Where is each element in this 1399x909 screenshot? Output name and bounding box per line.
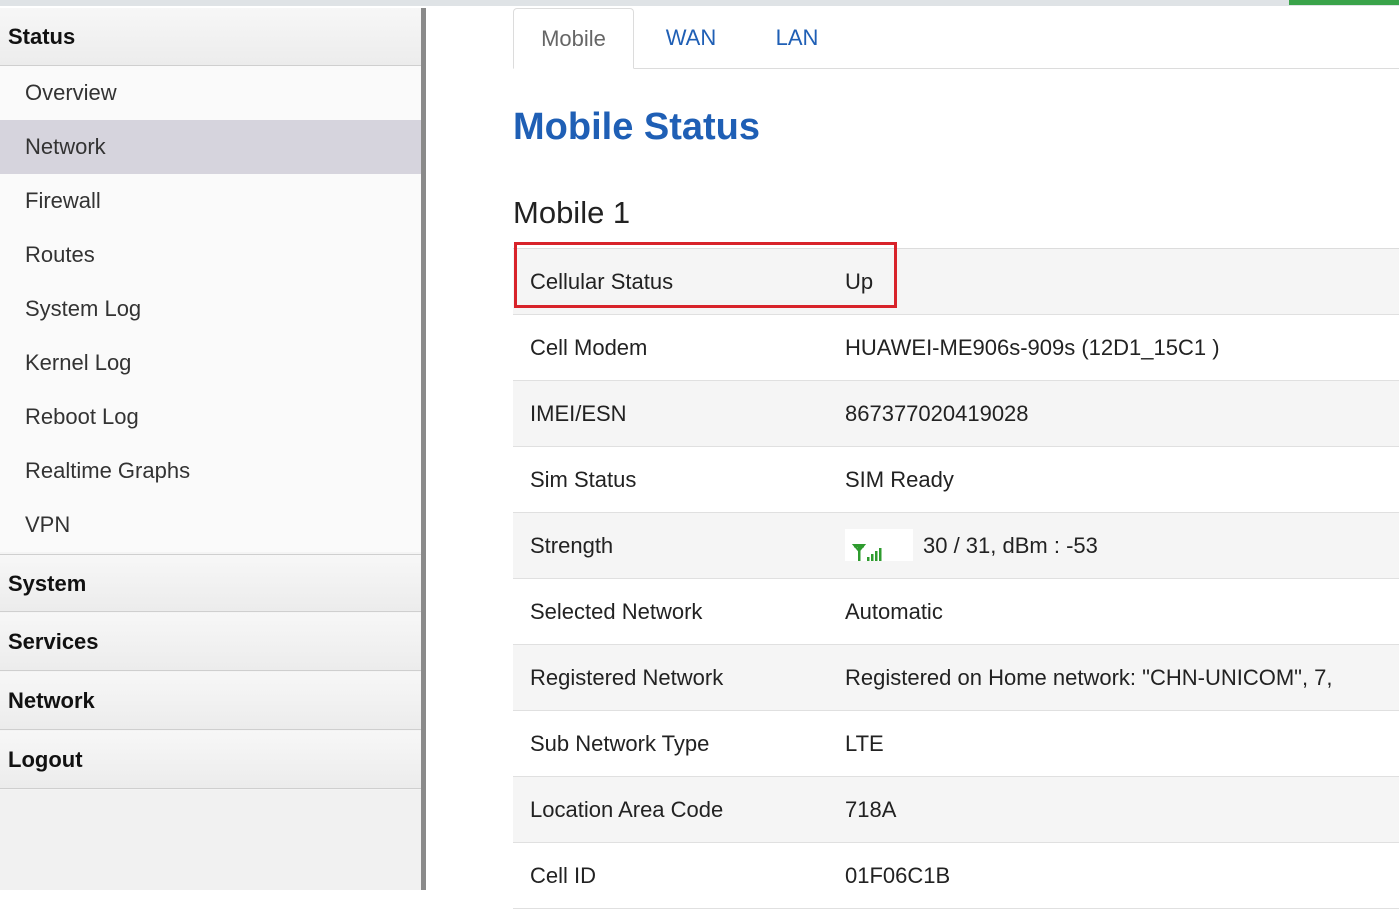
strength-text: 30 / 31, dBm : -53 [923, 533, 1098, 558]
sidebar-item-vpn[interactable]: VPN [0, 498, 421, 552]
top-accent-bar [1289, 0, 1399, 5]
row-label: Strength [530, 533, 614, 558]
sidebar-footer [0, 790, 421, 890]
row-value: 867377020419028 [845, 401, 1029, 426]
menu-logout-header[interactable]: Logout [0, 731, 421, 789]
row-value: 01F06C1B [845, 863, 951, 888]
row-value: Automatic [845, 599, 943, 624]
menu-status-header[interactable]: Status [0, 8, 421, 66]
row-value: HUAWEI-ME906s-909s (12D1_15C1 ) [845, 335, 1220, 360]
table-row: Selected Network Automatic [513, 579, 1399, 645]
tab-mobile[interactable]: Mobile [513, 8, 634, 69]
row-value-strength: 30 / 31, dBm : -53 [845, 513, 1098, 579]
row-label: Registered Network [530, 665, 724, 690]
row-value: Up [845, 269, 874, 294]
row-label: Selected Network [530, 599, 703, 624]
table-row: Cellular Status Up [513, 249, 1399, 315]
sidebar: Status Overview Network Firewall Routes … [0, 8, 421, 890]
sidebar-item-overview[interactable]: Overview [0, 66, 421, 120]
tab-bar: Mobile WAN LAN [513, 8, 1399, 69]
table-row: Sub Network Type LTE [513, 711, 1399, 777]
table-row: Cell ID 01F06C1B [513, 843, 1399, 909]
row-value: SIM Ready [845, 467, 954, 492]
row-label: Location Area Code [530, 797, 724, 822]
table-row: Sim Status SIM Ready [513, 447, 1399, 513]
sidebar-divider [421, 8, 426, 890]
sidebar-item-firewall[interactable]: Firewall [0, 174, 421, 228]
menu-network-header[interactable]: Network [0, 672, 421, 730]
row-label: Cell Modem [530, 335, 648, 360]
menu-services-header[interactable]: Services [0, 613, 421, 671]
row-label: IMEI/ESN [530, 401, 627, 426]
sidebar-item-routes[interactable]: Routes [0, 228, 421, 282]
table-row: Location Area Code 718A [513, 777, 1399, 843]
row-label: Sub Network Type [530, 731, 710, 756]
page-title: Mobile Status [513, 106, 761, 148]
row-label: Cellular Status [530, 269, 674, 294]
table-row: Registered Network Registered on Home ne… [513, 645, 1399, 711]
sidebar-item-reboot-log[interactable]: Reboot Log [0, 390, 421, 444]
row-value: LTE [845, 731, 884, 756]
row-label: Cell ID [530, 863, 597, 888]
row-value: 718A [845, 797, 897, 822]
table-row: Strength 30 / 31, dBm : -53 [513, 513, 1399, 579]
row-value: Registered on Home network: "CHN-UNICOM"… [845, 665, 1333, 690]
sidebar-item-realtime-graphs[interactable]: Realtime Graphs [0, 444, 421, 498]
menu-system-header[interactable]: System [0, 554, 421, 612]
section-title: Mobile 1 [513, 195, 631, 230]
top-border [0, 0, 1399, 6]
table-row: Cell Modem HUAWEI-ME906s-909s (12D1_15C1… [513, 315, 1399, 381]
row-label: Sim Status [530, 467, 637, 492]
tab-lan[interactable]: LAN [763, 8, 831, 68]
table-row: IMEI/ESN 867377020419028 [513, 381, 1399, 447]
mobile-status-table: Cellular Status Up Cell Modem HUAWEI-ME9… [513, 248, 1399, 909]
sidebar-item-system-log[interactable]: System Log [0, 282, 421, 336]
signal-strength-icon [845, 529, 913, 562]
tab-wan[interactable]: WAN [653, 8, 729, 68]
sidebar-item-network[interactable]: Network [0, 120, 421, 174]
sidebar-item-kernel-log[interactable]: Kernel Log [0, 336, 421, 390]
